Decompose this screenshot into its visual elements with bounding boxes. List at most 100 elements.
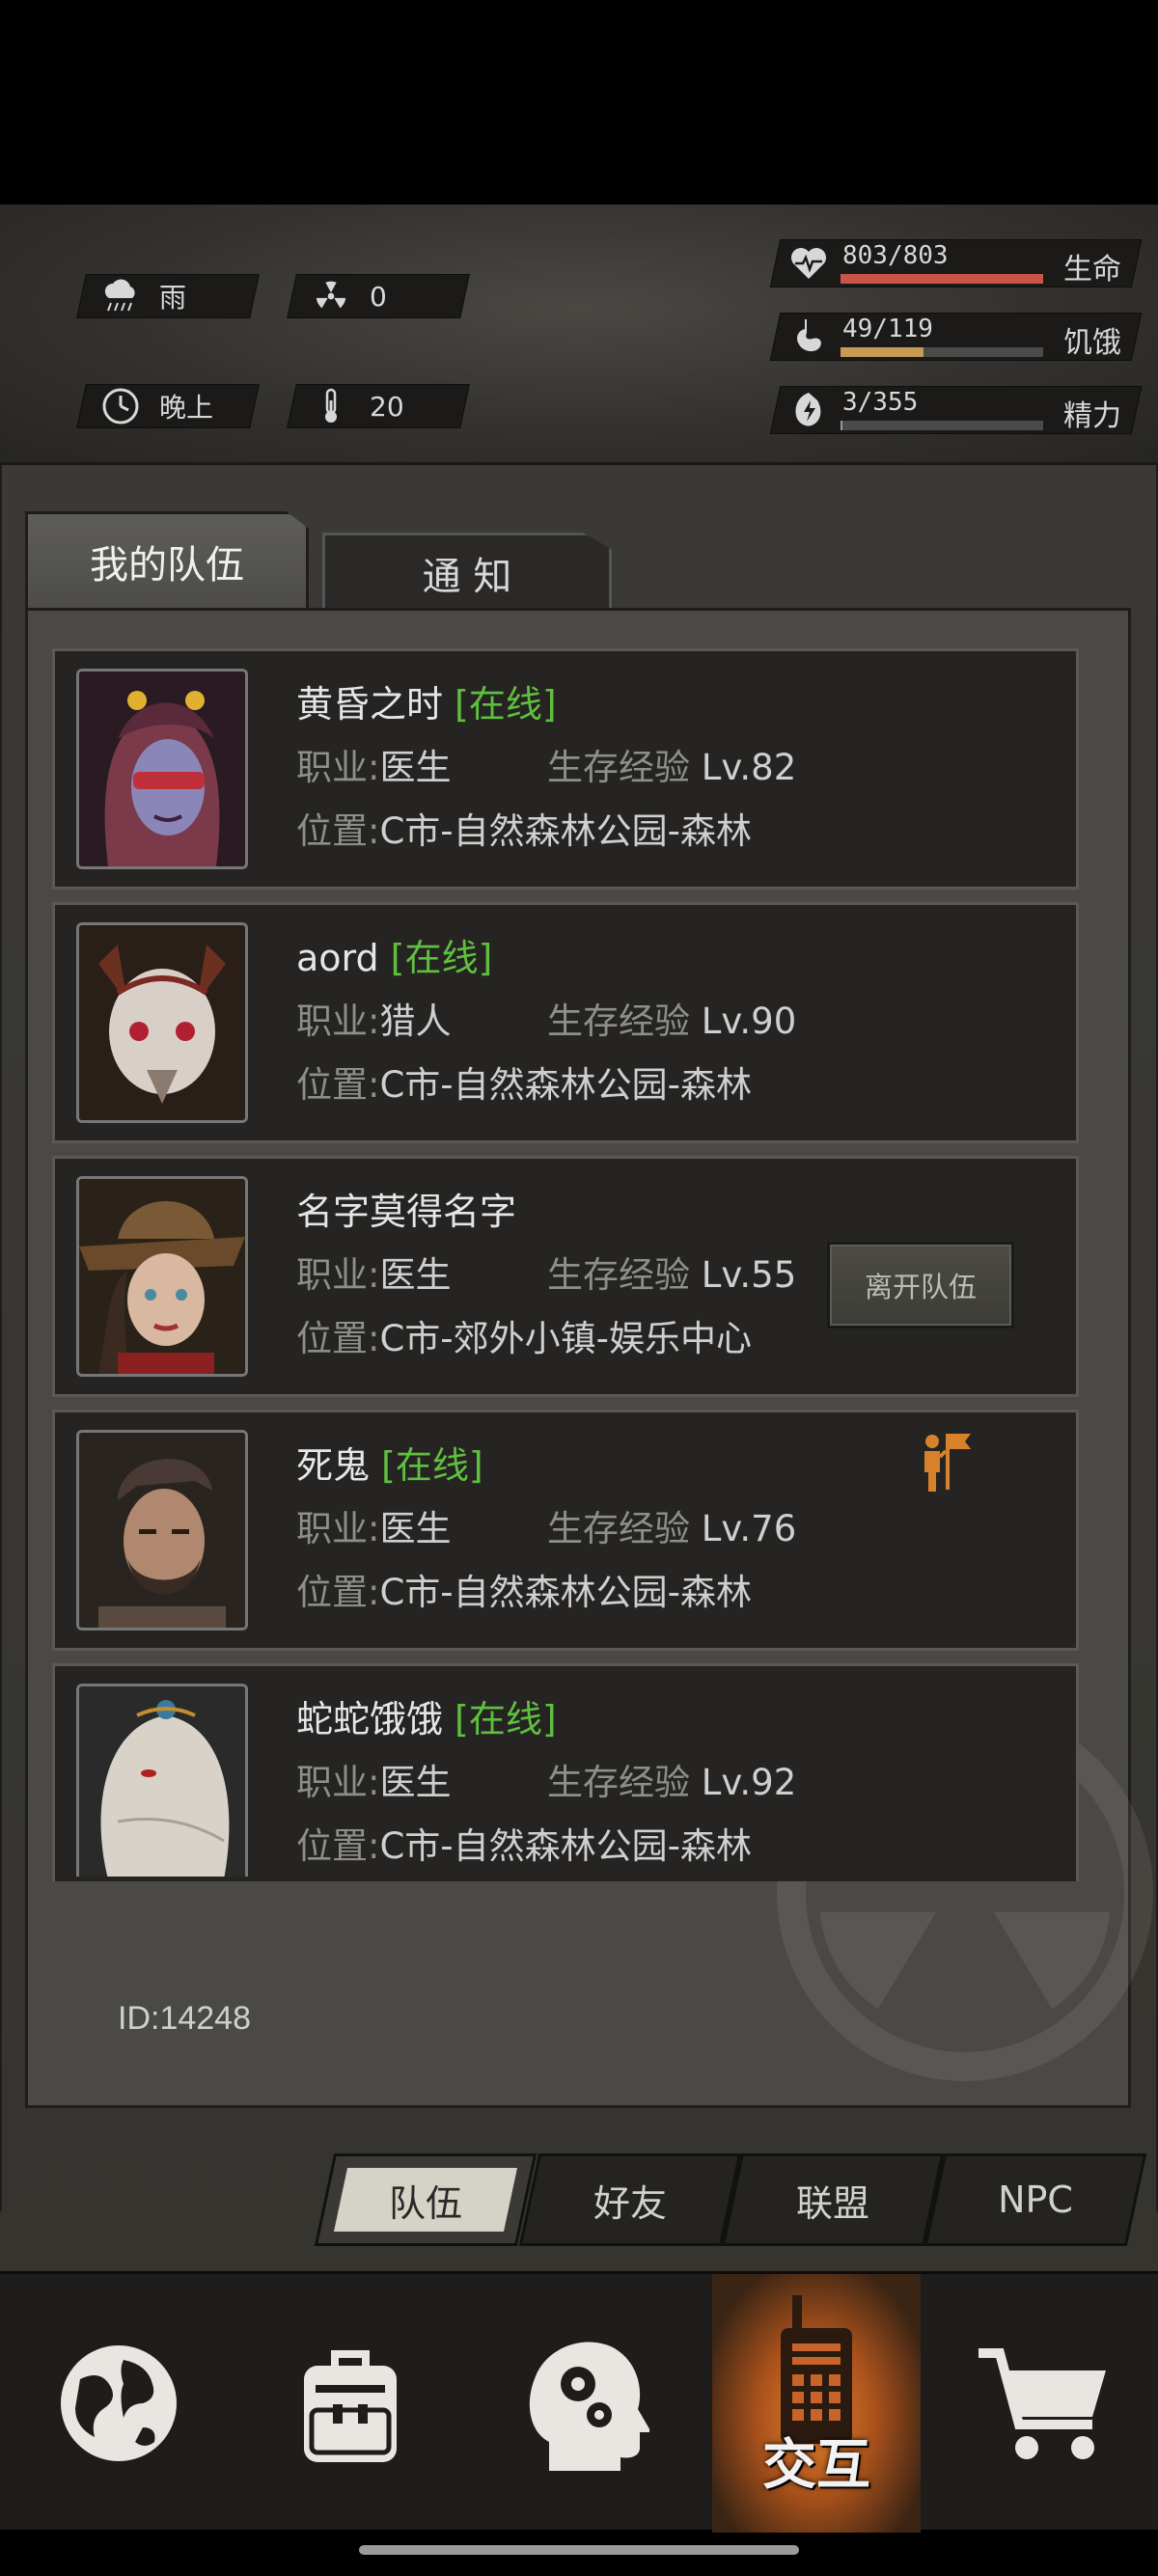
health-value: 803/803 [842,241,949,270]
energy-stat: 3/355 精力 [769,386,1143,434]
health-label: 生命 [1063,253,1121,287]
health-bar [841,274,1043,284]
online-status: [在线] [455,1698,557,1740]
energy-value: 3/355 [842,388,919,417]
tab-notice[interactable]: 通 知 [322,533,612,610]
backpack-icon [304,2350,397,2462]
tab-alliance[interactable]: 联盟 [721,2153,945,2246]
rain-cloud-icon [101,277,140,315]
member-level: Lv.76 [701,1508,797,1549]
location-key: 位置: [296,1064,380,1106]
location-key: 位置: [296,810,380,852]
tab-my-team[interactable]: 我的队伍 [25,511,309,608]
online-status: [在线] [381,1444,483,1487]
hunger-bar [841,347,1043,357]
home-indicator [359,2545,799,2555]
job-key: 职业: [296,1508,380,1549]
member-location: C市-郊外小镇-娱乐中心 [379,1318,753,1359]
member-job: 猎人 [379,1000,452,1042]
shopping-cart-icon [979,2348,1106,2459]
member-avatar [76,1176,248,1377]
member-avatar [76,1430,248,1631]
top-safe-area [0,0,1158,205]
nav-shop[interactable] [942,2274,1144,2533]
member-name: 名字莫得名字 [296,1191,517,1233]
nav-world[interactable] [17,2274,220,2533]
head-gear-icon [529,2342,649,2471]
exp-key: 生存经验 [547,1508,690,1549]
nav-backpack[interactable] [249,2274,452,2533]
stomach-icon [788,316,829,357]
time-chip: 晚上 [76,384,260,428]
nav-skills[interactable] [481,2274,683,2533]
job-key: 职业: [296,1254,380,1296]
team-leader-flag-icon [924,1434,971,1492]
team-member-card[interactable]: 黄昏之时 [在线] 职业:医生 生存经验 Lv.82 位置:C市-自然森林公园-森… [52,648,1079,890]
hunger-value: 49/119 [842,315,933,343]
time-of-day-text: 晚上 [159,392,214,424]
tab-npc[interactable]: NPC [924,2153,1147,2246]
location-key: 位置: [296,1572,380,1613]
tab-team[interactable]: 队伍 [314,2153,538,2246]
energy-icon [788,390,829,430]
globe-icon [57,2342,180,2465]
exp-key: 生存经验 [547,1254,690,1296]
member-name: 死鬼 [296,1444,371,1487]
exp-key: 生存经验 [547,1000,690,1042]
online-status: [在线] [455,683,557,726]
hunger-label: 饥饿 [1063,326,1121,360]
member-name: aord [296,937,379,979]
member-avatar [76,922,248,1123]
weather-chip: 雨 [76,274,260,318]
team-member-card[interactable]: aord [在线] 职业:猎人 生存经验 Lv.90 位置:C市-自然森林公园-森… [52,902,1079,1143]
exp-key: 生存经验 [547,747,690,788]
location-key: 位置: [296,1318,380,1359]
energy-bar [841,421,1043,430]
thermometer-icon [312,387,350,425]
nav-interact[interactable]: 交互 [712,2274,921,2533]
heart-pulse-icon [788,243,829,284]
user-id-text: ID:14248 [118,2000,251,2037]
member-avatar [76,1684,248,1877]
member-level: Lv.55 [701,1254,797,1296]
health-stat: 803/803 生命 [769,239,1143,288]
energy-label: 精力 [1063,399,1121,433]
member-name: 蛇蛇饿饿 [296,1698,444,1740]
exp-key: 生存经验 [547,1762,690,1803]
member-level: Lv.92 [701,1762,797,1803]
member-level: Lv.82 [701,747,797,788]
radiation-icon [312,277,350,315]
member-location: C市-自然森林公园-森林 [379,1825,753,1867]
member-job: 医生 [379,747,452,788]
temperature-chip: 20 [287,384,470,428]
bottom-nav: 交互 [0,2271,1158,2533]
member-location: C市-自然森林公园-森林 [379,810,753,852]
job-key: 职业: [296,1000,380,1042]
job-key: 职业: [296,1762,380,1803]
team-member-card[interactable]: 蛇蛇饿饿 [在线] 职业:医生 生存经验 Lv.92 位置:C市-自然森林公园-森… [52,1663,1079,1881]
status-header: 雨 0 晚上 20 803/803 生命 49/119 饥饿 3/355 精力 [0,205,1158,635]
member-level: Lv.90 [701,1000,797,1042]
team-member-card[interactable]: 死鬼 [在线] 职业:医生 生存经验 Lv.76 位置:C市-自然森林公园-森林 [52,1410,1079,1651]
weather-text: 雨 [159,282,187,314]
nav-interact-label: 交互 [762,2434,870,2497]
radiation-chip: 0 [287,274,470,318]
member-job: 医生 [379,1508,452,1549]
member-location: C市-自然森林公园-森林 [379,1064,753,1106]
radiation-value: 0 [370,280,387,313]
member-avatar [76,669,248,869]
job-key: 职业: [296,747,380,788]
location-key: 位置: [296,1825,380,1867]
online-status: [在线] [390,937,493,979]
temperature-value: 20 [370,390,404,423]
member-job: 医生 [379,1254,452,1296]
hunger-stat: 49/119 饥饿 [769,313,1143,361]
clock-icon [101,387,140,425]
social-tabs: 队伍 好友 联盟 NPC [314,2153,1147,2246]
member-job: 医生 [379,1762,452,1803]
member-location: C市-自然森林公园-森林 [379,1572,753,1613]
team-member-card[interactable]: 名字莫得名字 职业:医生 生存经验 Lv.55 位置:C市-郊外小镇-娱乐中心 … [52,1156,1079,1397]
tab-friends[interactable]: 好友 [518,2153,742,2246]
leave-team-button[interactable]: 离开队伍 [827,1242,1014,1329]
member-name: 黄昏之时 [296,683,444,726]
